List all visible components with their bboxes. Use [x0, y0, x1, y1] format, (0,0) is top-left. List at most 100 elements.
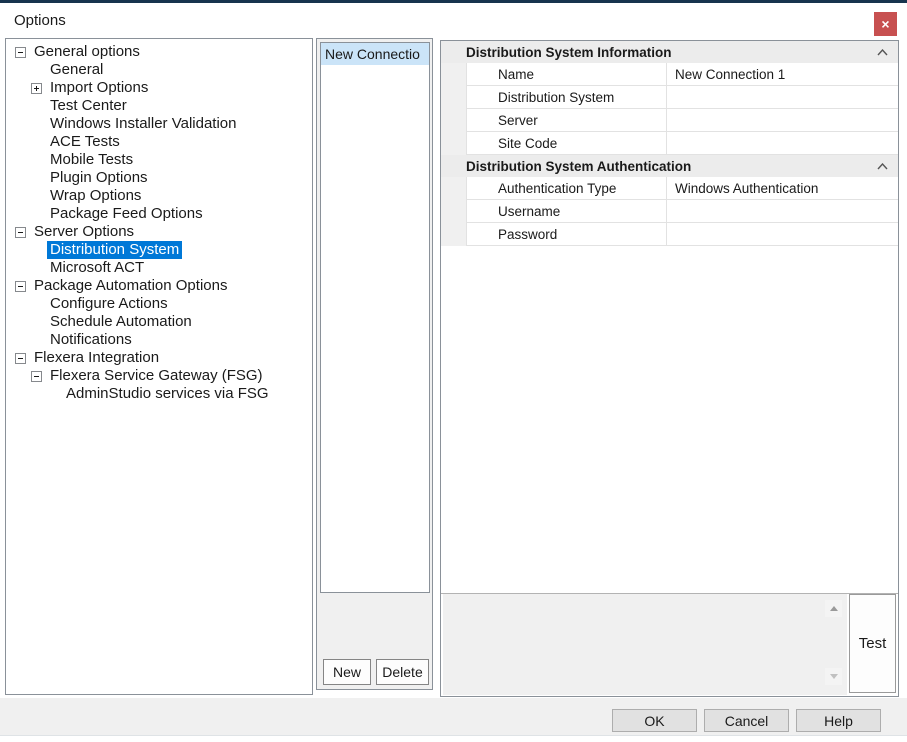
- collapse-box-icon[interactable]: [15, 227, 26, 238]
- tree-item-flexera-service-gateway-fsg[interactable]: Flexera Service Gateway (FSG): [6, 367, 312, 385]
- tree-item-label[interactable]: Package Feed Options: [47, 205, 206, 223]
- tree-item-windows-installer-validation[interactable]: Windows Installer Validation: [6, 115, 312, 133]
- tree-item-label[interactable]: AdminStudio services via FSG: [63, 385, 272, 403]
- connection-list[interactable]: New Connectio: [320, 42, 430, 593]
- row-gutter: [441, 63, 467, 155]
- tree-item-label[interactable]: Flexera Service Gateway (FSG): [47, 367, 266, 385]
- property-label: Name: [467, 63, 667, 85]
- tree-item-import-options[interactable]: Import Options: [6, 79, 312, 97]
- tree-item-label[interactable]: Plugin Options: [47, 169, 151, 187]
- collapse-box-icon[interactable]: [31, 371, 42, 382]
- scroll-down-button[interactable]: [825, 668, 842, 685]
- tree-item-label[interactable]: General: [47, 61, 106, 79]
- tree-item-label[interactable]: Notifications: [47, 331, 135, 349]
- section-title: Distribution System Information: [466, 45, 672, 60]
- test-result-message-box[interactable]: [443, 594, 847, 695]
- tree-item-configure-actions[interactable]: Configure Actions: [6, 295, 312, 313]
- expand-box-icon[interactable]: [31, 83, 42, 94]
- property-label: Distribution System: [467, 86, 667, 108]
- property-label: Password: [467, 223, 667, 245]
- tree-item-adminstudio-services-via-fsg[interactable]: AdminStudio services via FSG: [6, 385, 312, 403]
- chevron-up-icon[interactable]: [877, 163, 888, 170]
- property-row-password: Password: [467, 223, 898, 246]
- tree-item-wrap-options[interactable]: Wrap Options: [6, 187, 312, 205]
- property-label: Username: [467, 200, 667, 222]
- property-value-field[interactable]: [667, 132, 898, 154]
- property-value-field[interactable]: [667, 109, 898, 131]
- tree-item-notifications[interactable]: Notifications: [6, 331, 312, 349]
- window-title: Options: [14, 12, 66, 29]
- tree-item-mobile-tests[interactable]: Mobile Tests: [6, 151, 312, 169]
- tree-item-label[interactable]: Test Center: [47, 97, 130, 115]
- property-value-field[interactable]: [667, 86, 898, 108]
- tree-item-label[interactable]: Flexera Integration: [31, 349, 162, 367]
- delete-connection-button[interactable]: Delete: [376, 659, 429, 685]
- property-row-site-code: Site Code: [467, 132, 898, 155]
- property-value-field[interactable]: [667, 200, 898, 222]
- scroll-up-icon: [830, 606, 838, 611]
- tree-item-label[interactable]: Wrap Options: [47, 187, 144, 205]
- settings-panel: Distribution System Information NameNew C…: [440, 40, 899, 697]
- property-row-authentication-type: Authentication TypeWindows Authenticatio…: [467, 177, 898, 200]
- tree-item-test-center[interactable]: Test Center: [6, 97, 312, 115]
- property-grid: Distribution System Information NameNew C…: [441, 41, 898, 246]
- tree-item-label[interactable]: Microsoft ACT: [47, 259, 147, 277]
- property-value-field[interactable]: New Connection 1: [667, 63, 898, 85]
- chevron-up-icon[interactable]: [877, 49, 888, 56]
- property-row-server: Server: [467, 109, 898, 132]
- collapse-box-icon[interactable]: [15, 353, 26, 364]
- tree-item-package-feed-options[interactable]: Package Feed Options: [6, 205, 312, 223]
- collapse-box-icon[interactable]: [15, 47, 26, 58]
- tree-item-label[interactable]: General options: [31, 43, 143, 61]
- property-value-field[interactable]: [667, 223, 898, 245]
- collapse-box-icon[interactable]: [15, 281, 26, 292]
- close-button[interactable]: ×: [874, 12, 897, 36]
- tree-item-general-options[interactable]: General options: [6, 43, 312, 61]
- tree-item-label[interactable]: Package Automation Options: [31, 277, 230, 295]
- section-header-distribution-system-authentication[interactable]: Distribution System Authentication: [441, 155, 898, 177]
- tree-item-label[interactable]: Windows Installer Validation: [47, 115, 239, 133]
- new-connection-button[interactable]: New: [323, 659, 371, 685]
- tree-item-plugin-options[interactable]: Plugin Options: [6, 169, 312, 187]
- rows-container: NameNew Connection 1Distribution SystemS…: [467, 63, 898, 155]
- tree-item-label[interactable]: ACE Tests: [47, 133, 123, 151]
- connections-panel: New Connectio New Delete: [316, 38, 433, 690]
- property-label: Server: [467, 109, 667, 131]
- scroll-up-button[interactable]: [825, 600, 842, 617]
- property-row-distribution-system: Distribution System: [467, 86, 898, 109]
- tree-item-ace-tests[interactable]: ACE Tests: [6, 133, 312, 151]
- property-row-username: Username: [467, 200, 898, 223]
- options-tree-panel: General optionsGeneralImport OptionsTest…: [5, 38, 313, 695]
- property-value-field[interactable]: Windows Authentication: [667, 177, 898, 199]
- title-bar: Options ×: [0, 0, 907, 38]
- tree-item-server-options[interactable]: Server Options: [6, 223, 312, 241]
- section-header-distribution-system-information[interactable]: Distribution System Information: [441, 41, 898, 63]
- row-gutter: [441, 177, 467, 246]
- scroll-down-icon: [830, 674, 838, 679]
- tree-item-package-automation-options[interactable]: Package Automation Options: [6, 277, 312, 295]
- tree-item-label[interactable]: Server Options: [31, 223, 137, 241]
- section-rows: Authentication TypeWindows Authenticatio…: [441, 177, 898, 246]
- tree-item-schedule-automation[interactable]: Schedule Automation: [6, 313, 312, 331]
- tree-item-flexera-integration[interactable]: Flexera Integration: [6, 349, 312, 367]
- rows-container: Authentication TypeWindows Authenticatio…: [467, 177, 898, 246]
- tree-item-general[interactable]: General: [6, 61, 312, 79]
- property-row-name: NameNew Connection 1: [467, 63, 898, 86]
- close-icon: ×: [881, 16, 889, 32]
- tree-item-label[interactable]: Schedule Automation: [47, 313, 195, 331]
- connection-list-item[interactable]: New Connectio: [321, 43, 429, 65]
- tree-item-label[interactable]: Configure Actions: [47, 295, 171, 313]
- tree-item-label[interactable]: Mobile Tests: [47, 151, 136, 169]
- section-title: Distribution System Authentication: [466, 159, 691, 174]
- tree-item-label[interactable]: Import Options: [47, 79, 151, 97]
- test-button[interactable]: Test: [849, 594, 896, 693]
- help-button[interactable]: Help: [796, 709, 881, 732]
- property-label: Authentication Type: [467, 177, 667, 199]
- section-rows: NameNew Connection 1Distribution SystemS…: [441, 63, 898, 155]
- tree-item-distribution-system[interactable]: Distribution System: [6, 241, 312, 259]
- options-tree: General optionsGeneralImport OptionsTest…: [6, 43, 312, 403]
- cancel-button[interactable]: Cancel: [704, 709, 789, 732]
- tree-item-microsoft-act[interactable]: Microsoft ACT: [6, 259, 312, 277]
- tree-item-label[interactable]: Distribution System: [47, 241, 182, 259]
- ok-button[interactable]: OK: [612, 709, 697, 732]
